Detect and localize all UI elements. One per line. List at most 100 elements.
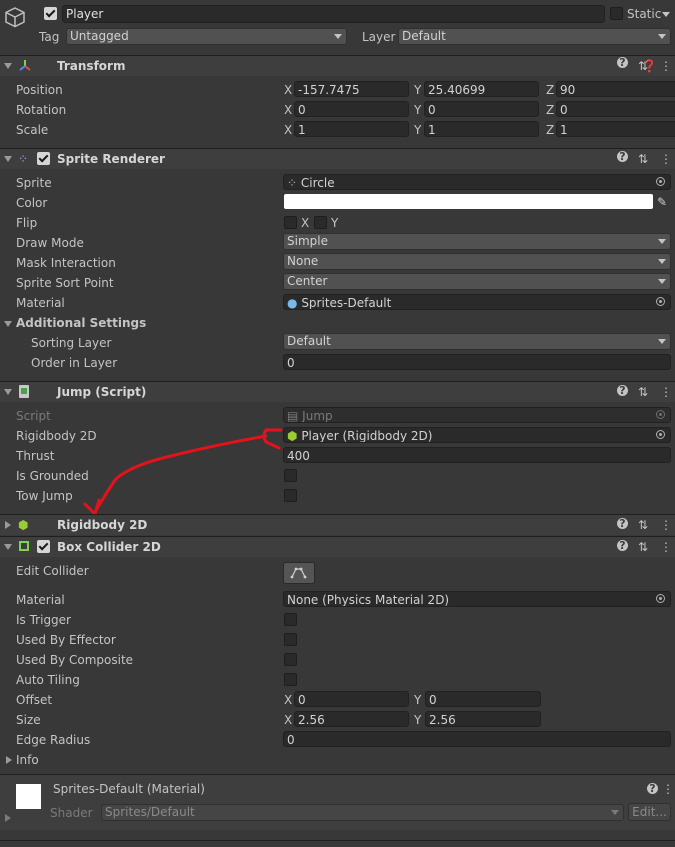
presets-icon[interactable]: ⇅ [638,58,648,74]
size-x-input[interactable]: 2.56 [294,711,409,727]
scale-x-input[interactable]: 1 [294,121,409,137]
scale-y-axis-label[interactable]: Y [414,122,421,138]
context-menu-icon[interactable]: ⋮ [660,539,672,555]
used-by-composite-label: Used By Composite [16,653,134,667]
offset-x-input[interactable]: 0 [294,691,409,707]
foldout-arrow-icon[interactable] [4,63,12,69]
used-by-composite-checkbox[interactable] [284,653,297,666]
sorting-layer-dropdown[interactable]: Default [283,333,671,350]
additional-settings-foldout-icon[interactable] [4,321,12,327]
tow-jump-checkbox[interactable] [284,489,297,502]
help-icon[interactable]: ? [617,518,628,529]
flip-x-checkbox[interactable] [284,216,297,229]
object-picker-icon[interactable] [656,297,665,306]
info-foldout-icon[interactable] [6,756,12,764]
foldout-arrow-icon[interactable] [4,389,12,395]
help-icon[interactable]: ? [617,57,628,68]
layer-dropdown[interactable]: Default [398,28,671,45]
jump-script-header[interactable]: Jump (Script) [0,381,675,402]
size-y-axis[interactable]: Y [414,712,421,728]
scale-z-axis-label[interactable]: Z [546,122,554,138]
sprite-renderer-header[interactable]: ⁘ Sprite Renderer [0,148,675,169]
sprite-sort-point-dropdown[interactable]: Center [283,273,671,290]
order-in-layer-input[interactable]: 0 [283,354,671,370]
rotation-z-input[interactable]: 0 [556,101,675,117]
color-swatch[interactable] [284,194,653,209]
offset-y-input[interactable]: 0 [425,691,541,707]
context-menu-icon[interactable]: ⋮ [660,151,672,167]
rotation-z-axis-label[interactable]: Z [546,102,554,118]
context-menu-icon[interactable]: ⋮ [660,517,672,533]
gameobject-active-checkbox[interactable] [44,7,57,20]
foldout-arrow-icon[interactable] [4,156,12,162]
auto-tiling-checkbox[interactable] [284,673,297,686]
help-icon[interactable]: ? [647,783,658,794]
help-icon[interactable]: ? [617,540,628,551]
rotation-y-axis-label[interactable]: Y [414,102,421,118]
eyedropper-icon[interactable]: ✎ [657,194,667,210]
draw-mode-dropdown[interactable]: Simple [283,233,671,250]
static-checkbox[interactable] [610,7,623,20]
scale-x-axis-label[interactable]: X [284,122,292,138]
collider-material-object-field[interactable]: None (Physics Material 2D) [283,591,671,607]
rotation-x-axis-label[interactable]: X [284,102,292,118]
help-icon[interactable]: ? [617,385,628,396]
position-y-axis-label[interactable]: Y [414,82,421,98]
object-picker-icon[interactable] [656,594,665,603]
is-grounded-checkbox[interactable] [284,469,297,482]
static-dropdown-arrow[interactable] [662,12,670,17]
used-by-effector-checkbox[interactable] [284,633,297,646]
position-y-input[interactable]: 25.40699 [424,81,539,97]
edge-radius-input[interactable]: 0 [283,731,671,747]
rotation-x-input[interactable]: 0 [294,101,409,117]
size-y-input[interactable]: 2.56 [425,711,541,727]
position-x-axis-label[interactable]: X [284,82,292,98]
shader-edit-button[interactable]: Edit... [628,803,671,821]
mask-interaction-dropdown[interactable]: None [283,253,671,270]
sorting-layer-value: Default [287,334,331,348]
offset-label: Offset [16,693,53,707]
presets-icon[interactable]: ⇅ [638,539,648,555]
box-collider-enabled-checkbox[interactable] [37,540,50,553]
sprite-renderer-enabled-checkbox[interactable] [37,152,50,165]
additional-settings-label[interactable]: Additional Settings [16,315,146,331]
box-collider2d-header[interactable]: Box Collider 2D [0,536,675,557]
scale-y-input[interactable]: 1 [424,121,539,137]
presets-icon[interactable]: ⇅ [638,384,648,400]
info-label[interactable]: Info [16,752,39,768]
context-menu-icon[interactable]: ⋮ [660,384,672,400]
foldout-arrow-icon[interactable] [4,544,12,550]
is-trigger-checkbox[interactable] [284,613,297,626]
presets-icon[interactable]: ⇅ [638,517,648,533]
rigidbody2d-header[interactable]: ⬢ Rigidbody 2D [0,514,675,535]
scale-z-input[interactable]: 1 [556,121,675,137]
edit-collider-button[interactable] [283,562,315,584]
rigidbody2d-object-field[interactable]: ⬢ Player (Rigidbody 2D) [283,427,671,443]
size-x-axis[interactable]: X [284,712,292,728]
presets-icon[interactable]: ⇅ [638,151,648,167]
object-picker-icon[interactable] [656,177,665,186]
foldout-arrow-icon[interactable] [5,521,11,529]
position-z-input[interactable]: 90 [556,81,675,97]
material-value: Sprites-Default [301,296,392,310]
object-picker-icon[interactable] [656,430,665,439]
position-x-input[interactable]: -157.7475 [294,81,409,97]
thrust-input[interactable]: 400 [283,447,671,463]
context-menu-icon[interactable]: ⋮ [660,58,672,74]
color-label: Color [16,196,48,210]
material-foldout-icon[interactable] [5,814,11,822]
static-label[interactable]: Static [627,6,661,22]
help-icon[interactable]: ? [617,151,628,162]
transform-header[interactable]: Transform ❓ [0,55,675,76]
offset-y-axis[interactable]: Y [414,692,421,708]
gameobject-name-input[interactable]: Player [62,5,605,23]
position-z-axis-label[interactable]: Z [546,82,554,98]
context-menu-icon[interactable]: ⋮ [662,781,674,797]
tag-dropdown[interactable]: Untagged [66,28,347,45]
rotation-y-input[interactable]: 0 [424,101,539,117]
sprite-object-field[interactable]: ⁘ Circle [283,174,671,190]
material-object-field[interactable]: ● Sprites-Default [283,294,671,310]
flip-y-checkbox[interactable] [314,216,327,229]
offset-x-axis[interactable]: X [284,692,292,708]
shader-dropdown[interactable]: Sprites/Default [101,804,624,821]
